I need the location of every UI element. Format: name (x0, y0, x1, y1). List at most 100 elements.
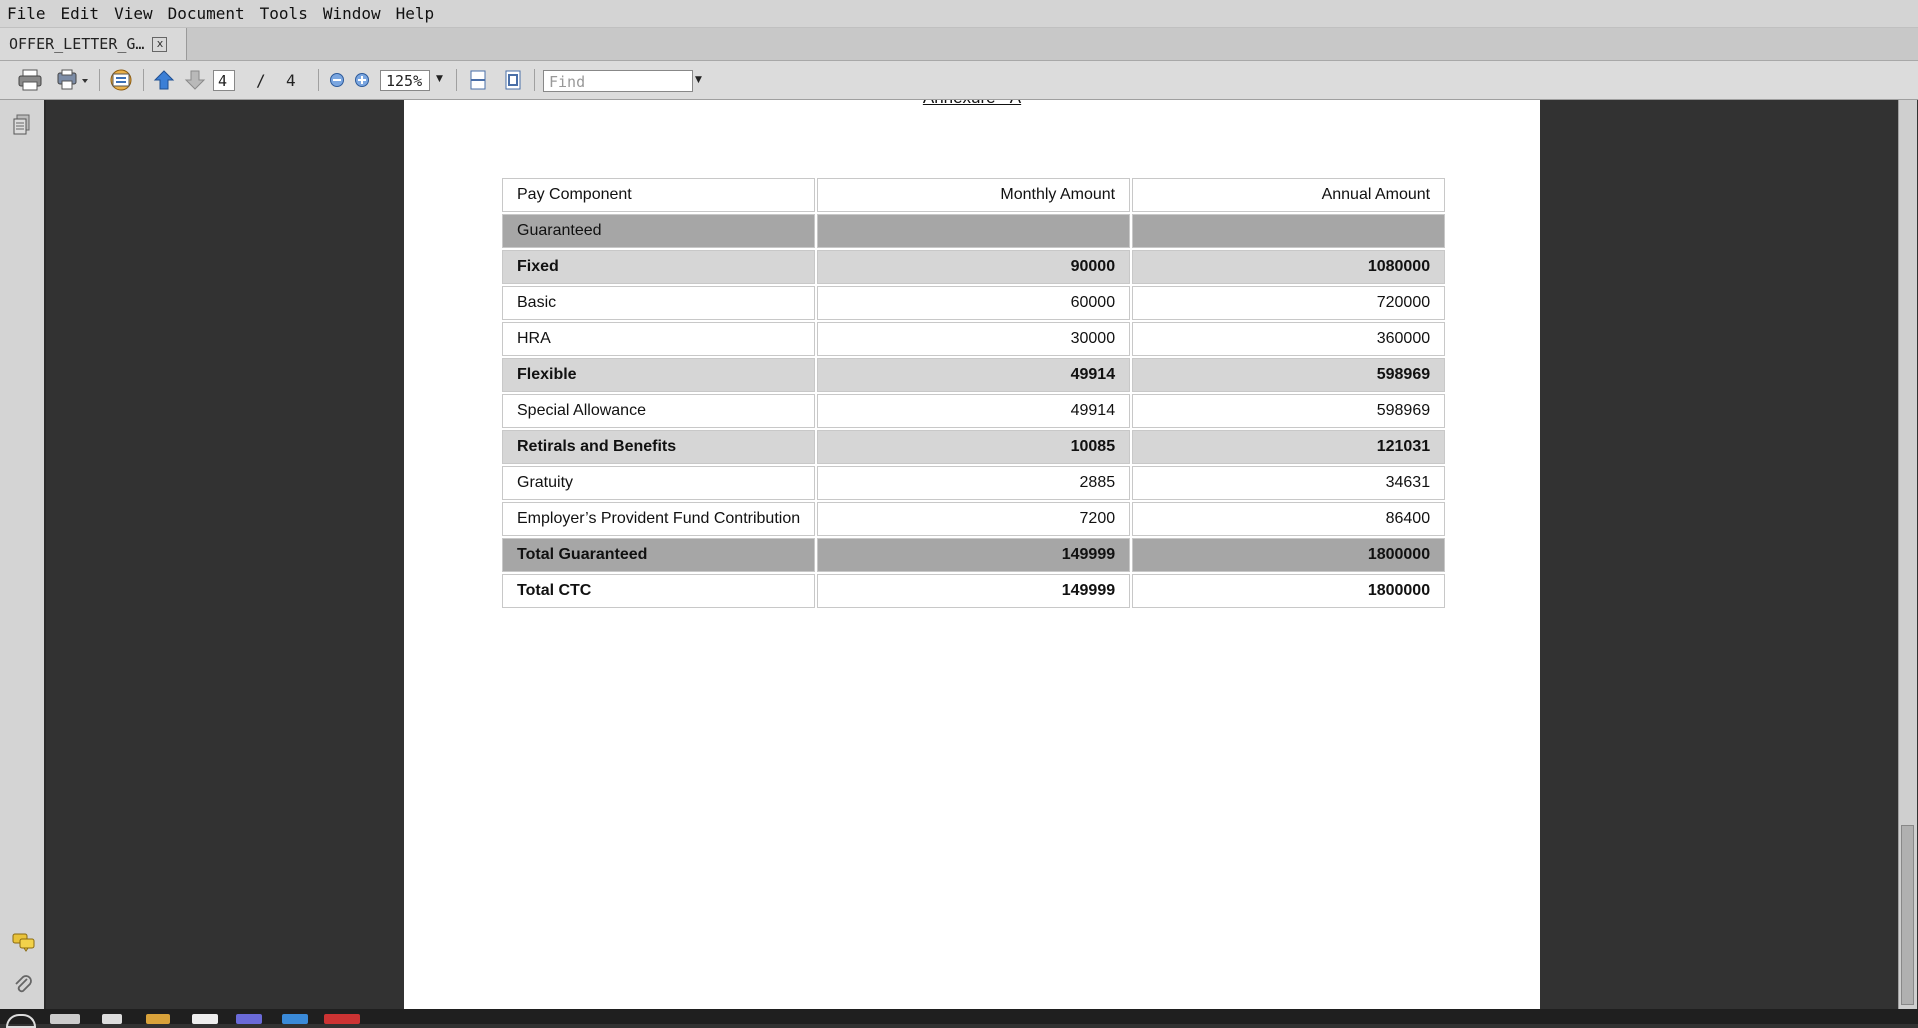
vscode-icon[interactable] (282, 1014, 308, 1024)
menu-bar: File Edit View Document Tools Window Hel… (0, 0, 1918, 28)
monthly-amount-cell (817, 214, 1131, 248)
monthly-amount-cell: 60000 (817, 286, 1131, 320)
header-pay-component: Pay Component (502, 178, 816, 212)
pay-component-table: Pay Component Monthly Amount Annual Amou… (500, 176, 1448, 610)
teams-icon[interactable] (236, 1014, 262, 1024)
tab-label: OFFER_LETTER_G… (9, 35, 145, 53)
toolbar: 4 / 4 125% ▼ Find ▼ (0, 61, 1918, 100)
zoom-in-icon[interactable] (350, 67, 374, 93)
tab-bar: OFFER_LETTER_G… x (0, 28, 1918, 61)
table-row: Gratuity 2885 34631 (502, 466, 1446, 500)
zoom-level-input[interactable]: 125% (380, 70, 430, 91)
vertical-scrollbar[interactable] (1898, 100, 1917, 1009)
monthly-amount-cell: 49914 (817, 394, 1131, 428)
table-row: Flexible 49914 598969 (502, 358, 1446, 392)
prev-page-icon[interactable] (151, 67, 177, 93)
print-setup-icon[interactable] (54, 67, 90, 93)
scrollbar-thumb[interactable] (1901, 825, 1914, 1005)
table-row: Basic 60000 720000 (502, 286, 1446, 320)
close-icon[interactable]: x (152, 36, 168, 52)
menu-help[interactable]: Help (389, 0, 443, 27)
fit-width-icon[interactable] (465, 67, 491, 93)
menu-edit[interactable]: Edit (54, 0, 108, 27)
next-page-icon[interactable] (182, 67, 208, 93)
toolbar-separator (456, 69, 457, 91)
pay-component-cell: Fixed (502, 250, 816, 284)
header-monthly-amount: Monthly Amount (817, 178, 1131, 212)
monthly-amount-cell: 90000 (817, 250, 1131, 284)
menu-document[interactable]: Document (161, 0, 253, 27)
table-row: Special Allowance 49914 598969 (502, 394, 1446, 428)
pay-component-cell: Guaranteed (502, 214, 816, 248)
menu-tools[interactable]: Tools (253, 0, 316, 27)
find-input[interactable]: Find (543, 70, 693, 92)
menu-view[interactable]: View (107, 0, 161, 27)
table-row: HRA 30000 360000 (502, 322, 1446, 356)
browser-icon[interactable] (146, 1014, 170, 1024)
annual-amount-cell: 720000 (1132, 286, 1446, 320)
monthly-amount-cell: 49914 (817, 358, 1131, 392)
pay-component-cell: Total CTC (502, 574, 816, 608)
menu-window[interactable]: Window (316, 0, 389, 27)
window-list-icon[interactable] (50, 1014, 80, 1024)
zoom-out-icon[interactable] (325, 67, 349, 93)
start-menu-icon[interactable] (6, 1014, 36, 1028)
toolbar-separator (318, 69, 319, 91)
table-row: Guaranteed (502, 214, 1446, 248)
menu-file[interactable]: File (0, 0, 54, 27)
annexure-title: Annexure - A (404, 100, 1540, 108)
toolbar-separator (143, 69, 144, 91)
total-pages: 4 (286, 71, 296, 90)
monthly-amount-cell: 149999 (817, 538, 1131, 572)
annual-amount-cell: 1800000 (1132, 574, 1446, 608)
page-separator: / (256, 71, 266, 90)
left-side-panel (0, 100, 46, 1009)
monthly-amount-cell: 2885 (817, 466, 1131, 500)
toolbar-separator (99, 69, 100, 91)
annual-amount-cell: 360000 (1132, 322, 1446, 356)
pay-component-cell: Flexible (502, 358, 816, 392)
pay-component-cell: Total Guaranteed (502, 538, 816, 572)
pages-icon[interactable] (12, 114, 32, 140)
pay-component-cell: Gratuity (502, 466, 816, 500)
pay-component-cell: HRA (502, 322, 816, 356)
properties-icon[interactable] (106, 67, 136, 93)
annual-amount-cell: 86400 (1132, 502, 1446, 536)
comments-icon[interactable] (12, 932, 36, 956)
print-icon[interactable] (16, 67, 44, 93)
attachments-icon[interactable] (12, 974, 34, 1000)
pay-component-cell: Employer’s Provident Fund Contribution (502, 502, 816, 536)
pay-component-cell: Special Allowance (502, 394, 816, 428)
find-dropdown-icon[interactable]: ▼ (695, 75, 702, 85)
monthly-amount-cell: 149999 (817, 574, 1131, 608)
taskbar (0, 1009, 1918, 1028)
page-number-input[interactable]: 4 (213, 70, 235, 91)
annual-amount-cell: 121031 (1132, 430, 1446, 464)
header-annual-amount: Annual Amount (1132, 178, 1446, 212)
annual-amount-cell: 598969 (1132, 358, 1446, 392)
table-row: Retirals and Benefits 10085 121031 (502, 430, 1446, 464)
table-row: Fixed 90000 1080000 (502, 250, 1446, 284)
annual-amount-cell: 1080000 (1132, 250, 1446, 284)
pdf-reader-icon[interactable] (324, 1014, 360, 1024)
pay-component-cell: Basic (502, 286, 816, 320)
annual-amount-cell: 34631 (1132, 466, 1446, 500)
terminal-icon[interactable] (192, 1014, 218, 1024)
monthly-amount-cell: 10085 (817, 430, 1131, 464)
monthly-amount-cell: 7200 (817, 502, 1131, 536)
zoom-dropdown-icon[interactable]: ▼ (436, 74, 443, 84)
table-header-row: Pay Component Monthly Amount Annual Amou… (502, 178, 1446, 212)
annual-amount-cell: 1800000 (1132, 538, 1446, 572)
document-page: Annexure - A Pay Component Monthly Amoun… (404, 100, 1540, 1009)
table-row: Total CTC 149999 1800000 (502, 574, 1446, 608)
toolbar-separator (534, 69, 535, 91)
files-icon[interactable] (102, 1014, 122, 1024)
monthly-amount-cell: 30000 (817, 322, 1131, 356)
tab-offer-letter[interactable]: OFFER_LETTER_G… x (0, 28, 187, 60)
annual-amount-cell: 598969 (1132, 394, 1446, 428)
pay-component-cell: Retirals and Benefits (502, 430, 816, 464)
table-row: Employer’s Provident Fund Contribution 72… (502, 502, 1446, 536)
annual-amount-cell (1132, 214, 1446, 248)
table-row: Total Guaranteed 149999 1800000 (502, 538, 1446, 572)
fit-page-icon[interactable] (500, 67, 526, 93)
